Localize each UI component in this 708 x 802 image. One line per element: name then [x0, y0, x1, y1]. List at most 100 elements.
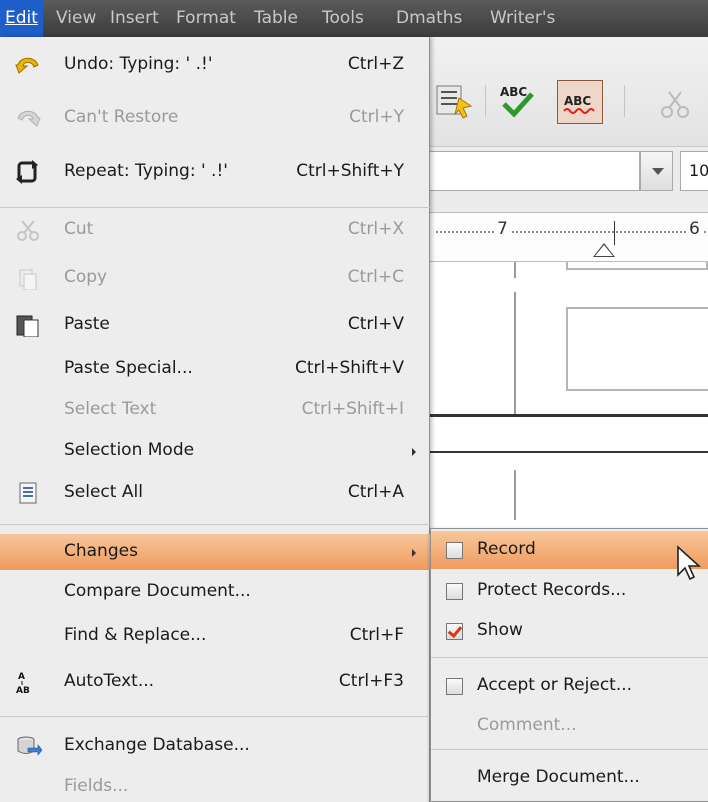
font-name-input[interactable]	[430, 151, 640, 191]
text-boundary	[514, 292, 516, 414]
submenu-arrow-icon	[412, 549, 416, 557]
menu-item-find-replace[interactable]: Find & Replace... Ctrl+F	[0, 618, 430, 654]
menu-item-undo[interactable]: Undo: Typing: ' .!' Ctrl+Z	[0, 47, 430, 83]
submenu-item-label: Accept or Reject...	[477, 675, 633, 695]
menu-item-selection-mode[interactable]: Selection Mode	[0, 433, 430, 469]
menubar: Edit View Insert Format Table Tools Dmat…	[0, 0, 708, 37]
text-frame[interactable]	[566, 307, 708, 391]
submenu-item-merge-document[interactable]: Merge Document...	[431, 759, 708, 797]
menu-item-shortcut: Ctrl+C	[347, 267, 404, 287]
menu-item-shortcut: Ctrl+Shift+I	[301, 399, 404, 419]
text-boundary	[514, 470, 516, 520]
menu-item-shortcut: Ctrl+V	[347, 314, 404, 334]
menu-item-select-all[interactable]: Select All Ctrl+A	[0, 475, 430, 511]
copy-icon	[19, 269, 37, 290]
menu-item-redo[interactable]: Can't Restore Ctrl+Y	[0, 100, 430, 136]
submenu-item-label: Protect Records...	[477, 580, 627, 600]
menu-separator	[0, 716, 430, 717]
menu-item-shortcut: Ctrl+F	[349, 625, 404, 645]
menu-item-shortcut: Ctrl+Shift+V	[294, 358, 404, 378]
menu-tools[interactable]: Tools	[322, 0, 364, 37]
menu-item-fields[interactable]: Fields...	[0, 769, 430, 802]
svg-text:A: A	[18, 672, 25, 682]
submenu-item-protect-records[interactable]: Protect Records...	[431, 572, 708, 610]
menu-item-paste-special[interactable]: Paste Special... Ctrl+Shift+V	[0, 351, 430, 387]
menu-item-shortcut: Ctrl+Y	[349, 107, 404, 127]
repeat-icon	[16, 160, 38, 184]
font-name-dropdown[interactable]	[640, 151, 673, 191]
text-boundary	[514, 262, 516, 278]
svg-text:ABC: ABC	[564, 94, 591, 108]
menu-item-cut[interactable]: Cut Ctrl+X	[0, 212, 430, 248]
menu-table[interactable]: Table	[254, 0, 298, 37]
redo-icon	[17, 110, 41, 127]
menu-item-label: Select All	[64, 482, 143, 502]
ruler-ticks	[436, 231, 706, 233]
submenu-item-label: Record	[477, 539, 536, 559]
show-checkbox	[446, 623, 463, 640]
spellcheck-icon[interactable]: ABC	[496, 80, 538, 122]
svg-text:ABC: ABC	[500, 85, 527, 99]
menu-item-label: Can't Restore	[64, 107, 179, 127]
submenu-item-record[interactable]: Record	[431, 531, 708, 569]
menu-item-label: AutoText...	[64, 671, 155, 691]
undo-icon	[15, 57, 39, 74]
menu-item-label: Selection Mode	[64, 440, 195, 460]
menu-item-label: Fields...	[64, 776, 129, 796]
mouse-pointer-icon	[677, 545, 702, 581]
font-size-input[interactable]: 10	[680, 151, 708, 191]
submenu-item-show[interactable]: Show	[431, 612, 708, 650]
menu-item-shortcut: Ctrl+Z	[347, 54, 404, 74]
header-frame	[566, 262, 708, 270]
edit-menu: Undo: Typing: ' .!' Ctrl+Z Can't Restore…	[0, 37, 430, 802]
submenu-item-label: Merge Document...	[477, 767, 640, 787]
submenu-item-comment[interactable]: Comment...	[431, 707, 708, 745]
menu-item-repeat[interactable]: Repeat: Typing: ' .!' Ctrl+Shift+Y	[0, 154, 430, 190]
accept-reject-checkbox	[446, 678, 463, 695]
ruler-number: 6	[686, 219, 703, 239]
select-all-icon	[19, 482, 37, 504]
menu-item-label: Paste	[64, 314, 110, 334]
menu-item-label: Repeat: Typing: ' .!'	[64, 161, 228, 181]
menu-item-label: Paste Special...	[64, 358, 193, 378]
submenu-item-accept-reject[interactable]: Accept or Reject...	[431, 667, 708, 705]
menu-item-label: Undo: Typing: ' .!'	[64, 54, 213, 74]
menu-format[interactable]: Format	[176, 0, 236, 37]
ruler-marker	[614, 221, 615, 245]
indent-marker-fill	[595, 245, 613, 256]
menu-view[interactable]: View	[56, 0, 96, 37]
menu-item-label: Cut	[64, 219, 94, 239]
menu-item-changes[interactable]: Changes	[0, 534, 430, 570]
menu-item-select-text[interactable]: Select Text Ctrl+Shift+I	[0, 392, 430, 428]
submenu-arrow-icon	[412, 448, 416, 456]
menu-dmaths[interactable]: Dmaths	[396, 0, 462, 37]
record-checkbox	[446, 542, 463, 559]
menu-item-compare-document[interactable]: Compare Document...	[0, 574, 430, 610]
menu-edit[interactable]: Edit	[0, 0, 43, 37]
menu-item-label: Select Text	[64, 399, 157, 419]
horizontal-ruler[interactable]: 7 6	[430, 212, 708, 262]
navigator-icon[interactable]	[433, 80, 475, 122]
menu-insert[interactable]: Insert	[110, 0, 159, 37]
menu-item-exchange-database[interactable]: Exchange Database...	[0, 728, 430, 764]
menu-item-shortcut: Ctrl+A	[347, 482, 404, 502]
autospellcheck-icon: ABC	[563, 94, 595, 114]
menu-item-copy[interactable]: Copy Ctrl+C	[0, 260, 430, 296]
submenu-item-label: Comment...	[477, 715, 577, 735]
autospellcheck-button[interactable]: ABC	[557, 80, 603, 124]
menu-separator	[431, 657, 708, 658]
menu-item-shortcut: Ctrl+Shift+Y	[296, 161, 404, 181]
menu-separator	[431, 749, 708, 750]
toolbar-separator	[624, 85, 625, 117]
menu-item-paste[interactable]: Paste Ctrl+V	[0, 307, 430, 343]
autotext-icon: A AB	[16, 672, 30, 694]
menu-separator	[0, 524, 430, 525]
database-icon	[17, 736, 42, 756]
menu-separator	[0, 207, 430, 208]
menu-item-label: Copy	[64, 267, 108, 287]
menu-item-label: Compare Document...	[64, 581, 251, 601]
menu-item-autotext[interactable]: A AB AutoText... Ctrl+F3	[0, 664, 430, 700]
changes-submenu: Record Protect Records... Show Accept or…	[430, 528, 708, 802]
protect-records-checkbox	[446, 583, 463, 600]
menu-writers[interactable]: Writer's	[490, 0, 555, 37]
